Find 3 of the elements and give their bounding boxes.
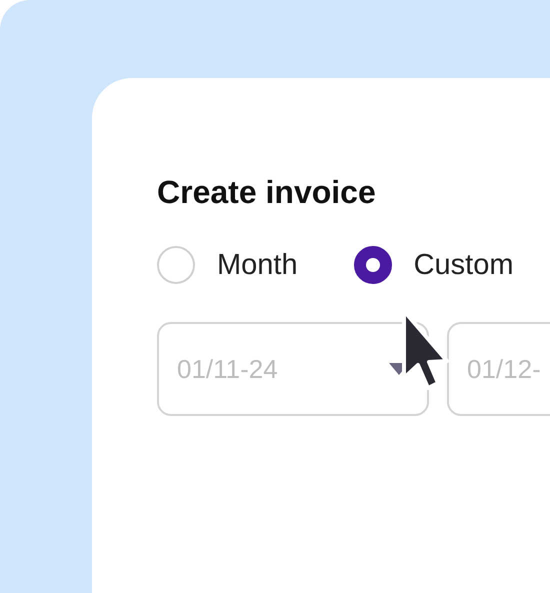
period-radio[interactable]: Custom [354, 246, 514, 284]
card-title: Create invoice [157, 173, 377, 212]
period-radio[interactable]: Month [157, 246, 298, 284]
